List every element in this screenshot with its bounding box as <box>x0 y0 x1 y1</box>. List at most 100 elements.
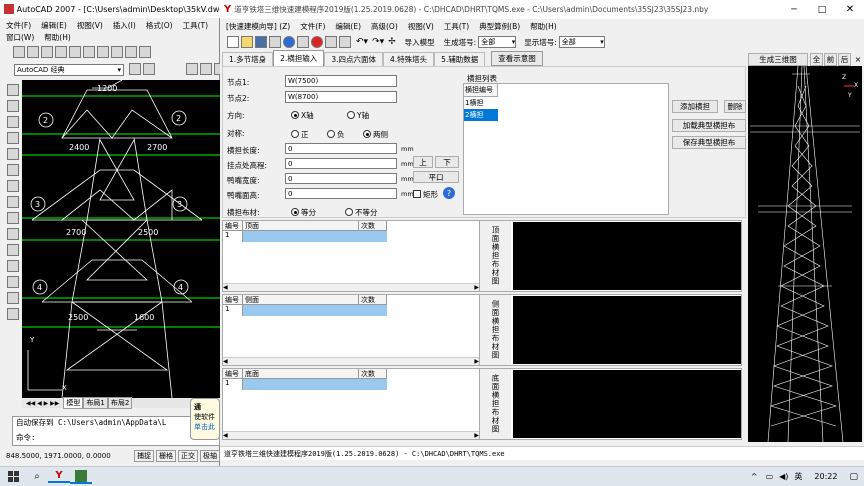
cad-drawing-area[interactable]: 2 2 3 3 4 4 1200 2400 2700 2700 2500 250… <box>22 80 220 398</box>
clock[interactable]: 20:22 <box>814 472 837 481</box>
polar-toggle[interactable]: 极轴 <box>200 450 220 462</box>
publish-icon[interactable] <box>83 46 95 58</box>
tray-expand-icon[interactable]: ^ <box>751 472 758 481</box>
menu-examples[interactable]: 典型算例(B) <box>479 21 520 32</box>
open-icon[interactable] <box>27 46 39 58</box>
row-count-cell[interactable] <box>359 305 387 316</box>
nav-arrows[interactable]: ◀◀ ◀ ▶ ▶▶ <box>26 400 59 407</box>
command-window[interactable]: 自动保存到 C:\Users\admin\AppData\L 命令: <box>12 416 220 446</box>
redo-icon[interactable]: ↷▾ <box>372 37 384 47</box>
hang-height-input[interactable]: 0 <box>285 158 397 169</box>
symmetry-negative-radio[interactable]: 负 <box>327 129 345 140</box>
autocad-menu-window[interactable]: 窗口(W) <box>6 32 34 43</box>
maximize-icon[interactable]: □ <box>808 5 836 15</box>
import-model-button[interactable]: 导入模型 <box>402 36 438 49</box>
sun-icon[interactable] <box>200 63 212 75</box>
rectangle-icon[interactable] <box>7 148 19 160</box>
tab-layout1[interactable]: 布局1 <box>83 397 108 409</box>
layout-unequal-radio[interactable]: 不等分 <box>345 207 378 218</box>
top-face-preview[interactable] <box>513 222 741 290</box>
ime-indicator[interactable]: 英 <box>794 471 802 482</box>
node1-input[interactable]: W(7500) <box>285 75 397 87</box>
menu-view[interactable]: 视图(V) <box>408 21 434 32</box>
h-scrollbar[interactable]: ◀ ▶ <box>223 283 479 291</box>
gen-tower-select[interactable]: 全部 ▾ <box>478 36 517 48</box>
paste-icon[interactable] <box>125 46 137 58</box>
notification-popup[interactable]: 通 使软件 单击此 <box>190 398 220 440</box>
windows-start-icon[interactable] <box>0 471 26 482</box>
menu-edit[interactable]: 编辑(E) <box>335 21 361 32</box>
flat-mouth-button[interactable]: 平口 <box>413 171 459 183</box>
tab-model[interactable]: 模型 <box>63 397 84 409</box>
save-icon[interactable] <box>255 36 267 48</box>
workspace-select[interactable]: AutoCAD 经典 ▾ <box>14 64 124 76</box>
row-count-cell[interactable] <box>359 231 387 242</box>
match-icon[interactable] <box>139 46 151 58</box>
menu-tools[interactable]: 工具(T) <box>444 21 469 32</box>
autocad-menu-view[interactable]: 视图(V) <box>77 20 103 31</box>
delete-crossarm-button[interactable]: 删除 <box>724 100 746 113</box>
tab-hexahedron[interactable]: 3.四点六面体 <box>324 52 383 66</box>
preview-icon[interactable] <box>69 46 81 58</box>
polyline-icon[interactable] <box>7 116 19 128</box>
add-icon[interactable] <box>283 36 295 48</box>
new-icon[interactable] <box>227 36 239 48</box>
direction-y-radio[interactable]: Y轴 <box>347 110 369 121</box>
delete-icon[interactable] <box>311 36 323 48</box>
save-template-button[interactable]: 保存典型横担布 <box>672 136 746 149</box>
snap-toggle[interactable]: 捕捉 <box>134 450 154 462</box>
beak-height-input[interactable]: 0 <box>285 188 397 199</box>
autocad-menu-tools[interactable]: 工具(T) <box>183 20 208 31</box>
close-icon[interactable]: ✕ <box>836 4 864 15</box>
tab-layout2[interactable]: 布局2 <box>107 397 133 409</box>
line-icon[interactable] <box>7 84 19 96</box>
up-button[interactable]: 上 <box>413 156 433 168</box>
menu-file[interactable]: 文件(F) <box>300 21 325 32</box>
length-input[interactable]: 0 <box>285 143 397 154</box>
cut-icon[interactable] <box>97 46 109 58</box>
move-icon[interactable]: ✢ <box>388 37 396 47</box>
undo-icon[interactable]: ↶▾ <box>356 37 368 47</box>
direction-x-radio[interactable]: X轴 <box>291 110 314 121</box>
autocad-menu-insert[interactable]: 插入(I) <box>113 20 136 31</box>
h-scrollbar[interactable]: ◀ ▶ <box>223 431 479 439</box>
toolbar-icon[interactable] <box>143 63 155 75</box>
view-front-button[interactable]: 前 <box>824 52 837 66</box>
menu-help[interactable]: 帮助(H) <box>530 21 557 32</box>
autocad-taskbar-icon[interactable] <box>70 469 92 484</box>
node2-input[interactable]: W(8700) <box>285 91 397 103</box>
ortho-toggle[interactable]: 正交 <box>178 450 198 462</box>
help-icon[interactable]: ? <box>443 187 455 199</box>
ellipse-icon[interactable] <box>7 212 19 224</box>
autocad-menu-help[interactable]: 帮助(H) <box>44 32 71 43</box>
tab-aux-data[interactable]: 5.辅助数据 <box>434 52 486 66</box>
menu-advanced[interactable]: 高级(O) <box>371 21 398 32</box>
beak-width-input[interactable]: 0 <box>285 173 397 184</box>
autocad-menu-format[interactable]: 格式(O) <box>146 20 173 31</box>
copy-icon[interactable] <box>111 46 123 58</box>
list-icon[interactable] <box>297 36 309 48</box>
close-3d-icon[interactable]: × <box>852 55 864 64</box>
volume-icon[interactable]: ◀) <box>779 472 788 481</box>
row-count-cell[interactable] <box>359 379 387 390</box>
plot-icon[interactable] <box>55 46 67 58</box>
tool-icon[interactable] <box>269 36 281 48</box>
network-icon[interactable]: ▭ <box>766 472 774 481</box>
tab-special-head[interactable]: 4.特殊塔头 <box>382 52 435 66</box>
point-icon[interactable] <box>7 244 19 256</box>
rectangle-checkbox[interactable]: 矩形 <box>413 189 438 200</box>
xline-icon[interactable] <box>7 100 19 112</box>
row-face-cell[interactable] <box>243 305 359 316</box>
h-scrollbar[interactable]: ◀ ▶ <box>223 357 479 365</box>
polygon-icon[interactable] <box>7 132 19 144</box>
view-diagram-button[interactable]: 查看示意图 <box>491 51 543 66</box>
row-face-cell[interactable] <box>243 231 359 242</box>
tqms-taskbar-icon[interactable]: Y <box>48 470 70 483</box>
layer-icon[interactable] <box>186 63 198 75</box>
mtext-icon[interactable] <box>7 308 19 320</box>
show-tower-select[interactable]: 全部 ▾ <box>558 36 605 48</box>
load-template-button[interactable]: 加载典型横担布 <box>672 119 746 132</box>
open-icon[interactable] <box>241 36 253 48</box>
symmetry-both-radio[interactable]: 两侧 <box>363 129 388 140</box>
crossarm-list[interactable]: 横担编号 1横担 2横担 <box>463 83 669 215</box>
